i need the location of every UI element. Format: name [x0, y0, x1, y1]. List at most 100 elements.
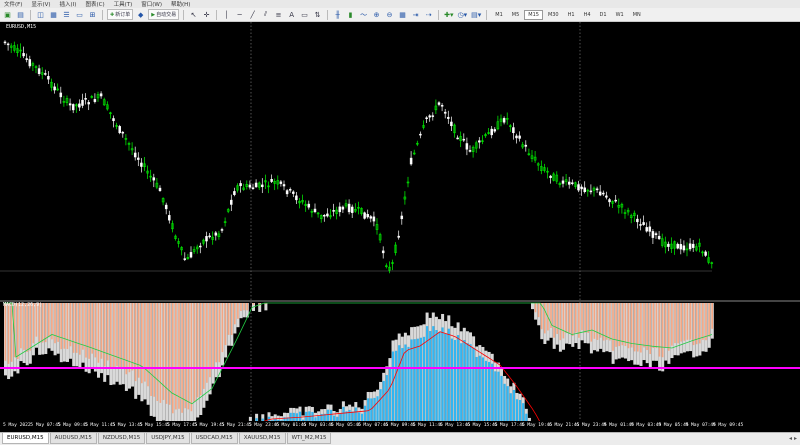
timeframe-m1[interactable]: M1	[491, 10, 507, 20]
macd-histogram-bar	[376, 396, 379, 422]
data-window-icon[interactable]: ▦	[48, 9, 59, 20]
macd-histogram-bar	[357, 412, 360, 422]
chart-shift-icon[interactable]: ⇥	[410, 9, 421, 20]
candle-body	[208, 235, 211, 238]
navigator-icon[interactable]: ☰	[61, 9, 72, 20]
menu-item-6[interactable]: 帮助(H)	[171, 0, 190, 8]
chart-tab[interactable]: USDCAD,M15	[190, 433, 238, 444]
autoscroll-icon[interactable]: ⇢	[423, 9, 434, 20]
candle-body	[233, 191, 236, 195]
chart-tab[interactable]: XAUUSD,M15	[238, 433, 286, 444]
profiles-icon[interactable]: ▤	[15, 9, 26, 20]
chart-tab[interactable]: AUDUSD,M15	[49, 433, 97, 444]
macd-histogram-bar	[388, 367, 391, 422]
timeframe-m30[interactable]: M30	[544, 10, 563, 20]
macd-histogram-bar	[519, 399, 522, 422]
equidistant-channel-icon[interactable]: ⫽	[260, 9, 271, 20]
vertical-line-icon[interactable]: │	[221, 9, 232, 20]
time-axis-label: 6 May 01:45	[276, 423, 307, 428]
candle-body	[366, 214, 369, 218]
macd-histogram-bar	[509, 393, 512, 422]
tile-windows-icon[interactable]: ▦	[397, 9, 408, 20]
metaeditor-icon[interactable]: ◆	[135, 9, 146, 20]
timeframe-w1[interactable]: W1	[612, 10, 628, 20]
menu-item-2[interactable]: 插入(I)	[60, 0, 77, 8]
new-chart-icon[interactable]: ▣	[2, 9, 13, 20]
trendline-icon[interactable]: ╱	[247, 9, 258, 20]
macd-histogram-bar	[472, 347, 475, 422]
new-order-label: 新订单	[115, 12, 131, 18]
macd-histogram-bar	[395, 350, 398, 422]
macd-histogram-bar	[525, 413, 528, 422]
macd-histogram-bar	[606, 303, 608, 340]
horizontal-line-icon[interactable]: ─	[234, 9, 245, 20]
candle-body	[512, 127, 515, 134]
candle-body	[25, 58, 28, 60]
macd-histogram-bar	[122, 303, 124, 369]
chart-tab[interactable]: WTI_M2,M15	[286, 433, 332, 444]
macd-histogram-bar	[407, 346, 410, 422]
macd-histogram-bar	[661, 303, 664, 358]
zoom-in-icon[interactable]: ⊕	[371, 9, 382, 20]
market-watch-icon[interactable]: ◫	[35, 9, 46, 20]
timeframe-m5[interactable]: M5	[508, 10, 524, 20]
candle-body	[99, 93, 103, 97]
candle-body	[409, 157, 413, 165]
timeframe-h1[interactable]: H1	[564, 10, 579, 20]
timeframe-d1[interactable]: D1	[596, 10, 611, 20]
arrows-tool-icon[interactable]: ⇅	[312, 9, 323, 20]
candle-body	[605, 195, 608, 198]
macd-histogram-bar	[147, 303, 149, 387]
timeframe-h4[interactable]: H4	[580, 10, 595, 20]
chart-window[interactable]: EURUSD,M15 MACD(12,26,9) 5 May 2022 5 May…	[0, 22, 800, 432]
candlestick-icon[interactable]: ▮	[345, 9, 356, 20]
candle-body	[468, 150, 472, 152]
chart-tab[interactable]: USDJPY,M15	[146, 433, 190, 444]
fibonacci-icon[interactable]: ≡	[273, 9, 284, 20]
zoom-out-icon[interactable]: ⊖	[384, 9, 395, 20]
bar-chart-icon[interactable]: ╫	[332, 9, 343, 20]
candle-body	[53, 86, 56, 91]
candle-body	[292, 191, 295, 194]
timeframe-mn[interactable]: MN	[629, 10, 645, 20]
indicators-icon[interactable]: ✚▾	[443, 9, 454, 20]
candle-body	[679, 244, 683, 250]
chart-tab[interactable]: NZDUSD,M15	[97, 433, 146, 444]
menu-item-3[interactable]: 图表(C)	[85, 0, 104, 8]
candle-body	[691, 243, 695, 248]
autotrading-button[interactable]: ▶ 自动交易	[148, 9, 180, 20]
tester-icon[interactable]: ⊞	[87, 9, 98, 20]
scroll-right-icon[interactable]: ▸	[794, 435, 797, 442]
timeframe-m15[interactable]: M15	[524, 9, 543, 20]
chart-tab[interactable]: EURUSD,M15	[2, 433, 49, 444]
menu-item-1[interactable]: 显示(V)	[31, 0, 50, 8]
candle-body	[657, 235, 661, 240]
macd-histogram-bar	[671, 303, 673, 346]
terminal-icon[interactable]: ▭	[74, 9, 85, 20]
candle-body	[400, 215, 404, 220]
cursor-icon[interactable]: ↖	[188, 9, 199, 20]
macd-histogram-bar	[643, 303, 645, 348]
macd-histogram-bar	[329, 409, 333, 422]
new-order-button[interactable]: ✚ 新订单	[107, 9, 134, 20]
candle-body	[372, 216, 376, 222]
macd-histogram-bar	[44, 303, 47, 343]
macd-histogram-bar	[119, 303, 121, 369]
menu-item-0[interactable]: 文件(F)	[4, 0, 22, 8]
macd-histogram-bar	[351, 411, 354, 422]
menu-item-5[interactable]: 窗口(W)	[141, 0, 162, 8]
periods-icon[interactable]: ◷▾	[456, 9, 468, 20]
label-tool-icon[interactable]: ▭	[299, 9, 310, 20]
macd-histogram-bar	[23, 303, 25, 350]
scroll-left-icon[interactable]: ◂	[789, 435, 792, 442]
text-tool-icon[interactable]: A	[286, 9, 297, 20]
candle-body	[440, 105, 444, 107]
macd-histogram-bar	[348, 409, 351, 422]
menu-item-4[interactable]: 工具(T)	[114, 0, 133, 8]
chart-canvas[interactable]	[0, 22, 800, 432]
crosshair-icon[interactable]: ✛	[201, 9, 212, 20]
templates-icon[interactable]: ▤▾	[470, 9, 482, 20]
time-axis-label: 6 May 15:45	[467, 423, 498, 428]
macd-histogram-bar	[596, 303, 599, 340]
line-chart-icon[interactable]: 〜	[358, 9, 369, 20]
